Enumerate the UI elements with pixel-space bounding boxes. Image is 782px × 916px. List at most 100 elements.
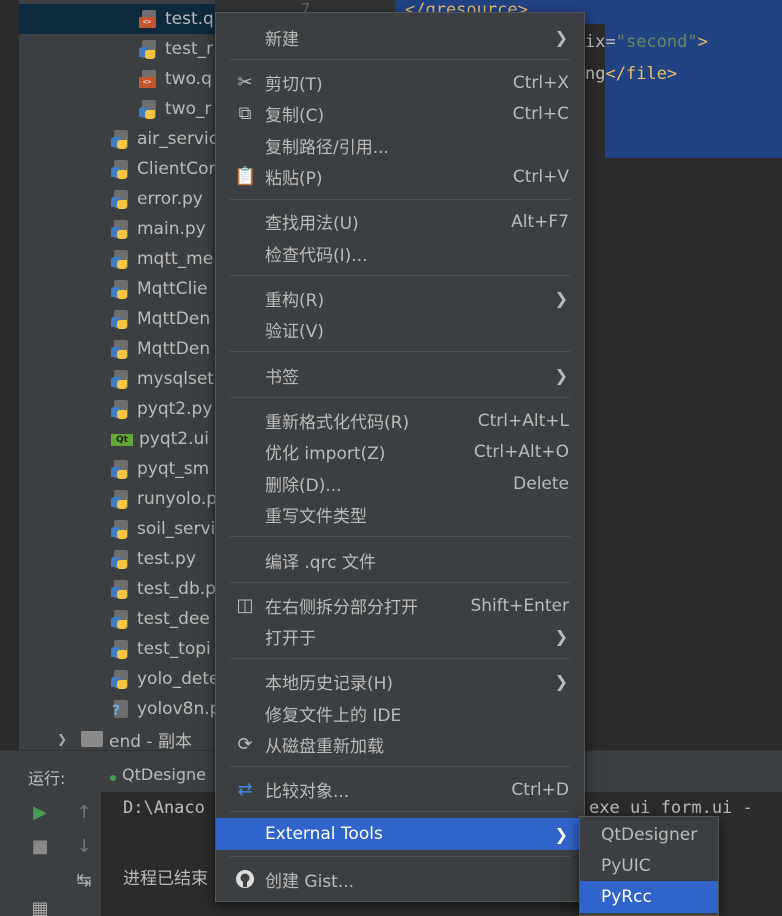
tree-item[interactable]: yolo_dete [19, 664, 215, 694]
python-file-icon [111, 279, 131, 299]
tree-item-label: pyqt2.py [137, 399, 213, 419]
arrow-down-icon[interactable]: ↓ [71, 834, 97, 860]
tree-item-label: two.q [165, 69, 212, 89]
context-menu: 新建 ❯ ✂ 剪切(T) Ctrl+X ⧉ 复制(C) Ctrl+C 复制路径/… [215, 12, 585, 902]
qrc-file-icon: <> [139, 9, 159, 29]
github-icon [234, 869, 256, 891]
tree-item[interactable]: MqttDen [19, 304, 215, 334]
tree-item[interactable]: Qt pyqt2.ui [19, 424, 215, 454]
tree-item-label: main.py [137, 219, 206, 239]
tree-gutter [0, 0, 19, 750]
tree-item-label: two_r [165, 99, 212, 119]
tree-item[interactable]: soil_servi [19, 514, 215, 544]
menu-separator [230, 536, 570, 537]
menu-item-inspect-code[interactable]: 检查代码(I)... [216, 238, 584, 269]
chevron-right-icon: ❯ [554, 289, 568, 308]
copy-icon: ⧉ [238, 102, 252, 124]
submenu-item-qtdesigner[interactable]: QtDesigner [580, 819, 718, 850]
menu-item-compile-qrc[interactable]: 编译 .qrc 文件 [216, 545, 584, 576]
tree-item[interactable]: main.py [19, 214, 215, 244]
python-file-icon [111, 369, 131, 389]
run-tab-qtdesigner[interactable]: QtDesigne [122, 765, 206, 784]
stop-icon[interactable]: ■ [27, 834, 53, 860]
arrow-up-icon[interactable]: ↑ [71, 800, 97, 826]
soft-wrap-icon[interactable]: ↹ [71, 868, 97, 894]
split-icon: ◫ [236, 594, 254, 616]
python-file-icon [111, 639, 131, 659]
menu-item-bookmarks[interactable]: 书签 ❯ [216, 360, 584, 391]
menu-separator [230, 199, 570, 200]
python-file-icon [111, 189, 131, 209]
tree-item[interactable]: error.py [19, 184, 215, 214]
submenu-item-pyrcc[interactable]: PyRcc [580, 881, 718, 913]
qrc-file-icon: <> [139, 69, 159, 89]
code-line-3: ng</file> [585, 64, 678, 84]
menu-item-open-in-right-split[interactable]: ◫ 在右侧拆分部分打开 Shift+Enter [216, 590, 584, 621]
menu-item-override-file-type[interactable]: 重写文件类型 [216, 499, 584, 530]
menu-item-new[interactable]: 新建 ❯ [216, 22, 584, 53]
menu-item-copy-path[interactable]: 复制路径/引用... [216, 130, 584, 161]
menu-item-reformat-code[interactable]: 重新格式化代码(R) Ctrl+Alt+L [216, 405, 584, 436]
submenu-item-pyuic[interactable]: PyUIC [580, 850, 718, 881]
tree-item-label: test_topi [137, 639, 211, 659]
menu-item-cut[interactable]: ✂ 剪切(T) Ctrl+X [216, 67, 584, 98]
tree-item[interactable]: test_db.p [19, 574, 215, 604]
tree-item-label: MqttDen [137, 309, 211, 329]
tree-item[interactable]: mqtt_me [19, 244, 215, 274]
tree-item[interactable]: MqttDen [19, 334, 215, 364]
tree-item-label: test_db.p [137, 579, 215, 599]
menu-item-compare-with[interactable]: ⇄ 比较对象... Ctrl+D [216, 774, 584, 805]
code-line-2: ix="second"> [585, 32, 708, 52]
tree-item-label: test_dee [137, 609, 210, 629]
tree-item[interactable]: ? yolov8n.p [19, 694, 215, 724]
menu-item-reload-from-disk[interactable]: ⟳ 从磁盘重新加载 [216, 729, 584, 760]
menu-item-optimize-imports[interactable]: 优化 import(Z) Ctrl+Alt+O [216, 436, 584, 467]
tree-item[interactable]: air_servic [19, 124, 215, 154]
menu-item-copy[interactable]: ⧉ 复制(C) Ctrl+C [216, 98, 584, 129]
tree-item[interactable]: <> test.q [19, 4, 215, 34]
menu-item-local-history[interactable]: 本地历史记录(H) ❯ [216, 666, 584, 697]
menu-separator [230, 811, 570, 812]
tree-item-label: pyqt_sm [137, 459, 210, 479]
run-status-dot [110, 775, 116, 781]
menu-item-find-usages[interactable]: 查找用法(U) Alt+F7 [216, 206, 584, 237]
tree-item-label: yolov8n.p [137, 699, 215, 719]
menu-item-delete[interactable]: 删除(D)... Delete [216, 468, 584, 499]
menu-item-paste[interactable]: 📋 粘贴(P) Ctrl+V [216, 161, 584, 192]
unknown-file-icon: ? [111, 699, 131, 719]
tree-item-label: mysqlset [137, 369, 214, 389]
tree-item[interactable]: pyqt2.py [19, 394, 215, 424]
run-icon[interactable]: ▶ [27, 800, 53, 826]
tree-item[interactable]: test_r [19, 34, 215, 64]
tree-item[interactable]: mysqlset [19, 364, 215, 394]
python-file-icon [111, 609, 131, 629]
tree-item[interactable]: test_dee [19, 604, 215, 634]
tree-item[interactable]: MqttClie [19, 274, 215, 304]
tree-item[interactable]: pyqt_sm [19, 454, 215, 484]
menu-item-create-gist[interactable]: 创建 Gist... [216, 864, 584, 895]
tree-item-label: test_r [165, 39, 214, 59]
chevron-right-icon: ❯ [554, 824, 568, 844]
menu-item-repair-ide[interactable]: 修复文件上的 IDE [216, 698, 584, 729]
python-file-icon [111, 519, 131, 539]
external-tools-submenu: QtDesigner PyUIC PyRcc [579, 816, 719, 916]
menu-separator [230, 397, 570, 398]
tree-item[interactable]: ClientCor [19, 154, 215, 184]
tree-item[interactable]: two_r [19, 94, 215, 124]
layout-icon[interactable]: ▦ [27, 896, 53, 916]
chevron-right-icon[interactable]: ❯ [57, 732, 69, 746]
menu-item-validate[interactable]: 验证(V) [216, 314, 584, 345]
chevron-right-icon: ❯ [554, 627, 568, 646]
tree-folder-end-copy[interactable]: ❯ end - 副本 [19, 724, 215, 750]
tree-item[interactable]: <> two.q [19, 64, 215, 94]
menu-item-external-tools[interactable]: External Tools ❯ [216, 818, 584, 850]
menu-separator [230, 856, 570, 857]
tree-item[interactable]: runyolo.p [19, 484, 215, 514]
tree-item[interactable]: test.py [19, 544, 215, 574]
menu-item-open-in[interactable]: 打开于 ❯ [216, 621, 584, 652]
menu-item-refactor[interactable]: 重构(R) ❯ [216, 283, 584, 314]
python-file-icon [111, 489, 131, 509]
chevron-right-icon: ❯ [554, 366, 568, 385]
tree-item[interactable]: test_topi [19, 634, 215, 664]
python-file-icon [111, 549, 131, 569]
